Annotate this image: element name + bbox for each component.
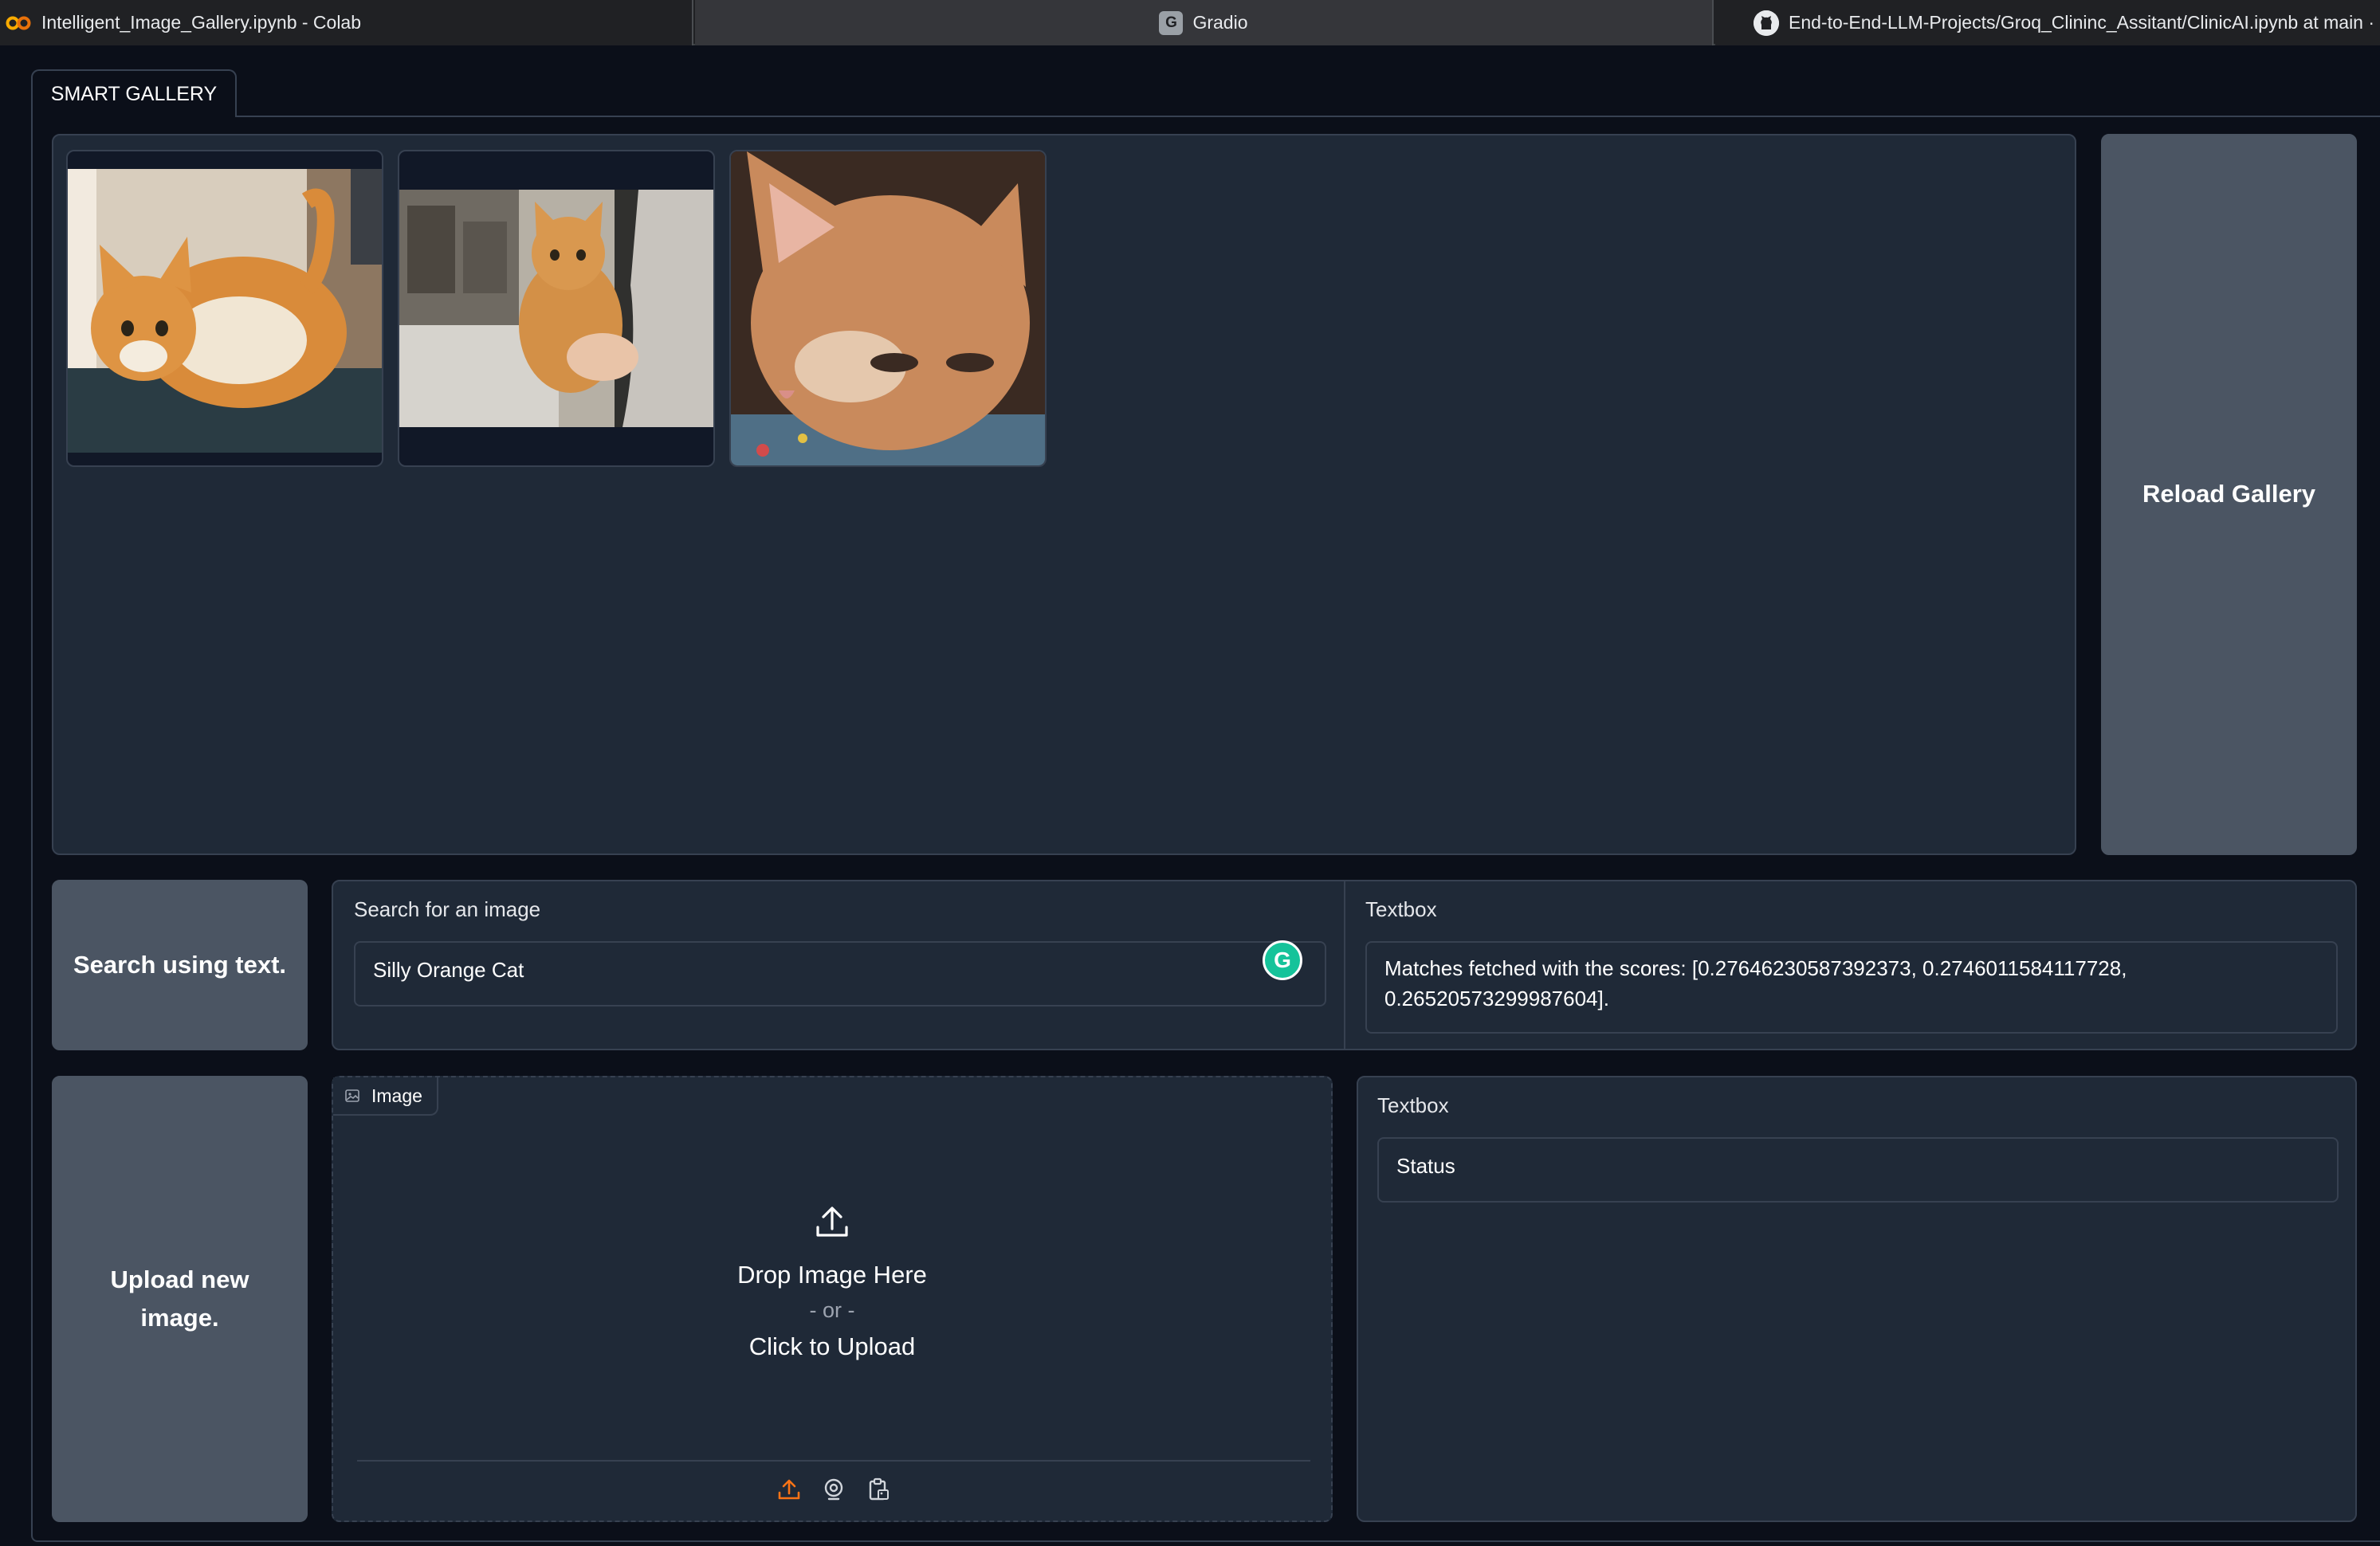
divider [1344, 881, 1345, 1049]
image-icon [345, 1089, 359, 1102]
github-icon [1754, 10, 1779, 36]
reload-gallery-button[interactable]: Reload Gallery [2101, 134, 2357, 855]
upload-icon[interactable] [776, 1477, 802, 1502]
gradio-app: SMART GALLERY Reload Gallery Search usin… [0, 45, 2380, 1546]
click-to-upload-text: Click to Upload [748, 1332, 916, 1360]
or-text: - or - [809, 1298, 855, 1323]
search-text-button[interactable]: Search using text. [52, 880, 308, 1050]
gallery-thumbnail-1[interactable] [66, 150, 383, 467]
image-badge: Image [333, 1077, 438, 1116]
browser-tab-colab[interactable]: Intelligent_Image_Gallery.ipynb - Colab [0, 0, 693, 45]
colab-logo-icon [5, 15, 32, 31]
browser-tab-gradio[interactable]: G Gradio [695, 0, 1714, 45]
browser-tab-title: Intelligent_Image_Gallery.ipynb - Colab [41, 12, 362, 33]
cat-photo-3 [731, 151, 1045, 465]
upload-image-button[interactable]: Upload new image. [52, 1076, 308, 1522]
status-textbox[interactable]: Status [1377, 1137, 2339, 1203]
browser-tab-title: Gradio [1192, 12, 1248, 33]
status-block: Textbox Status [1357, 1076, 2357, 1522]
upload-arrow-icon [816, 1207, 848, 1237]
image-gallery [52, 134, 2076, 855]
image-badge-label: Image [371, 1085, 422, 1106]
grammarly-icon[interactable]: G [1263, 940, 1302, 980]
status-label: Textbox [1377, 1093, 1449, 1117]
image-upload-component: Image Drop Image Here - or - Click to Up… [332, 1076, 1333, 1522]
cat-photo-1 [68, 169, 382, 453]
cat-photo-2 [399, 190, 713, 427]
result-textbox[interactable]: Matches fetched with the scores: [0.2764… [1365, 941, 2338, 1034]
search-row: Search for an image Silly Orange Cat G T… [332, 880, 2357, 1050]
gallery-thumbnail-2[interactable] [398, 150, 715, 467]
browser-tab-strip: Intelligent_Image_Gallery.ipynb - Colab … [0, 0, 2380, 45]
tab-smart-gallery[interactable]: SMART GALLERY [31, 69, 237, 117]
result-label: Textbox [1365, 897, 1437, 921]
upload-button-label: Upload new image. [110, 1265, 249, 1332]
image-source-bar [357, 1460, 1310, 1517]
gradio-favicon-icon: G [1159, 10, 1184, 35]
gallery-thumbnail-3[interactable] [729, 150, 1047, 467]
search-input[interactable]: Silly Orange Cat [354, 941, 1326, 1006]
search-label: Search for an image [354, 897, 541, 921]
clipboard-icon[interactable] [866, 1477, 891, 1502]
browser-tab-title: End-to-End-LLM-Projects/Groq_Clininc_Ass… [1789, 12, 2375, 33]
drop-image-text: Drop Image Here [737, 1261, 927, 1289]
browser-tab-github[interactable]: End-to-End-LLM-Projects/Groq_Clininc_Ass… [1715, 0, 2380, 45]
image-drop-zone[interactable]: Drop Image Here - or - Click to Upload [333, 1125, 1331, 1444]
webcam-icon[interactable] [821, 1477, 846, 1502]
